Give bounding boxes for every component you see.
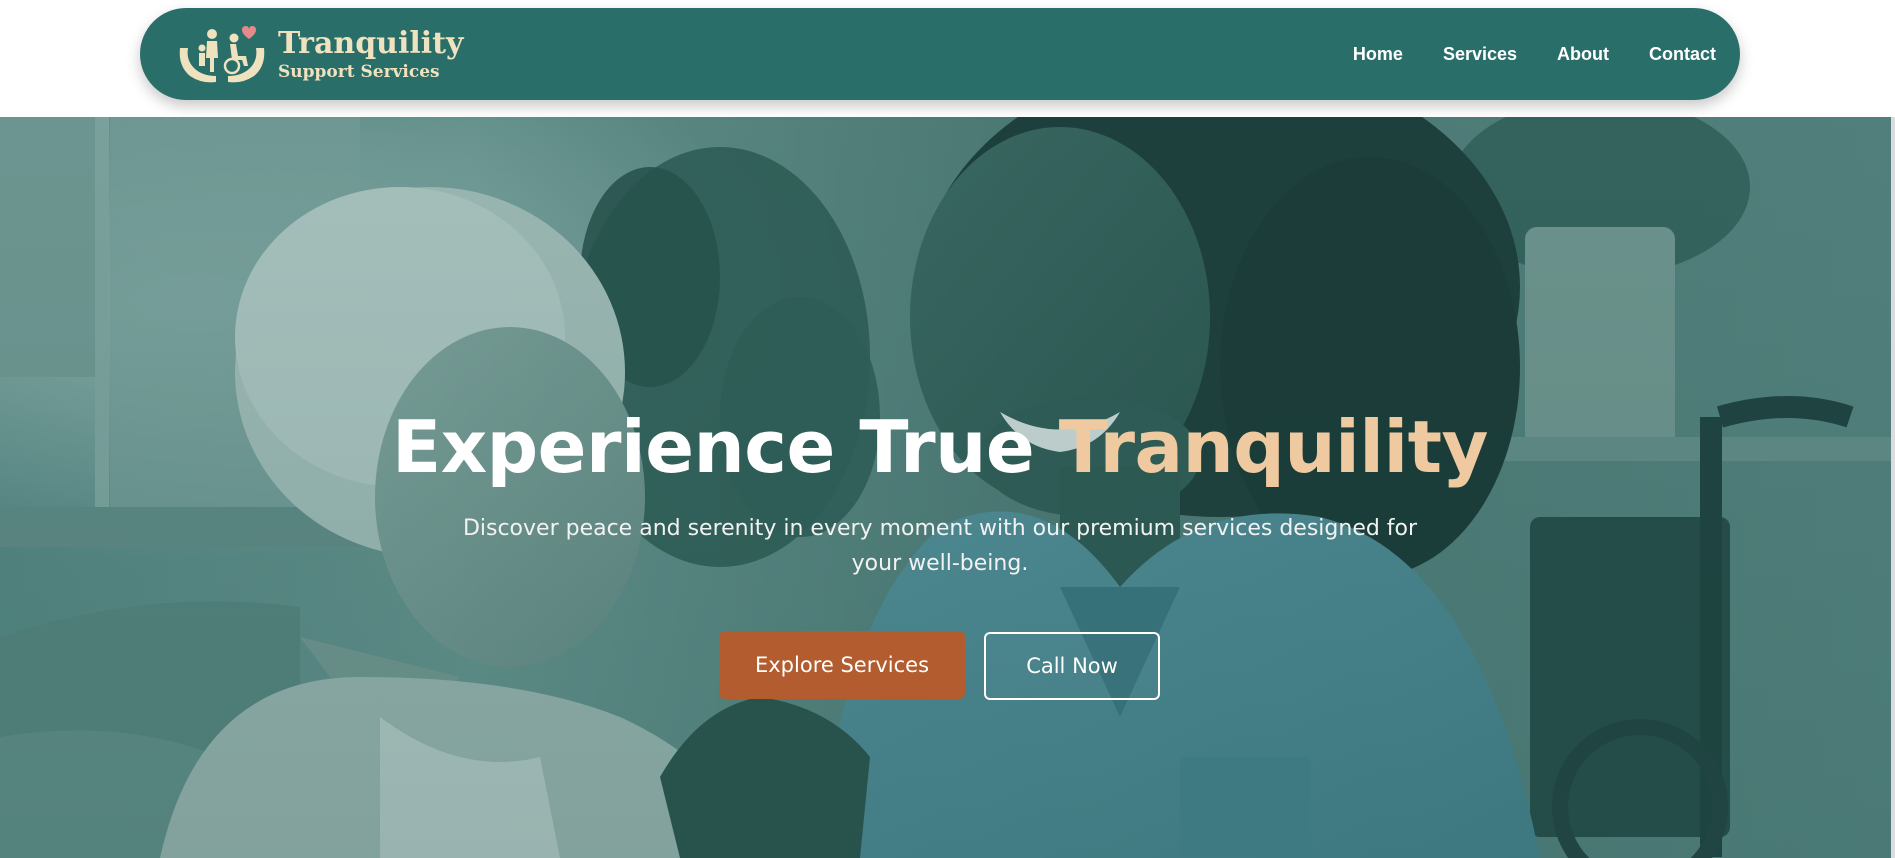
- headline-main: Experience True: [392, 405, 1059, 489]
- page-scrollbar[interactable]: [1891, 117, 1895, 858]
- brand-logo[interactable]: Tranquility Support Services: [176, 22, 496, 86]
- page: Tranquility Support Services Home Servic…: [0, 0, 1895, 858]
- hero-headline: Experience True Tranquility: [0, 407, 1880, 487]
- nav-services-link[interactable]: Services: [1443, 44, 1517, 65]
- hero-subtext: Discover peace and serenity in every mom…: [462, 516, 1418, 576]
- navbar: Tranquility Support Services Home Servic…: [140, 8, 1740, 100]
- call-now-button[interactable]: Call Now: [984, 632, 1160, 700]
- nav-about-link[interactable]: About: [1557, 44, 1609, 65]
- brand-title: Tranquility: [278, 26, 464, 61]
- caring-hands-family-wheelchair-icon: [179, 26, 265, 83]
- explore-services-button[interactable]: Explore Services: [719, 631, 965, 699]
- nav-home-link[interactable]: Home: [1353, 44, 1403, 65]
- brand-subtitle: Support Services: [278, 62, 440, 82]
- headline-accent: Tranquility: [1058, 405, 1489, 489]
- nav-contact-link[interactable]: Contact: [1649, 44, 1716, 65]
- nav-menu: Home Services About Contact: [1313, 8, 1716, 100]
